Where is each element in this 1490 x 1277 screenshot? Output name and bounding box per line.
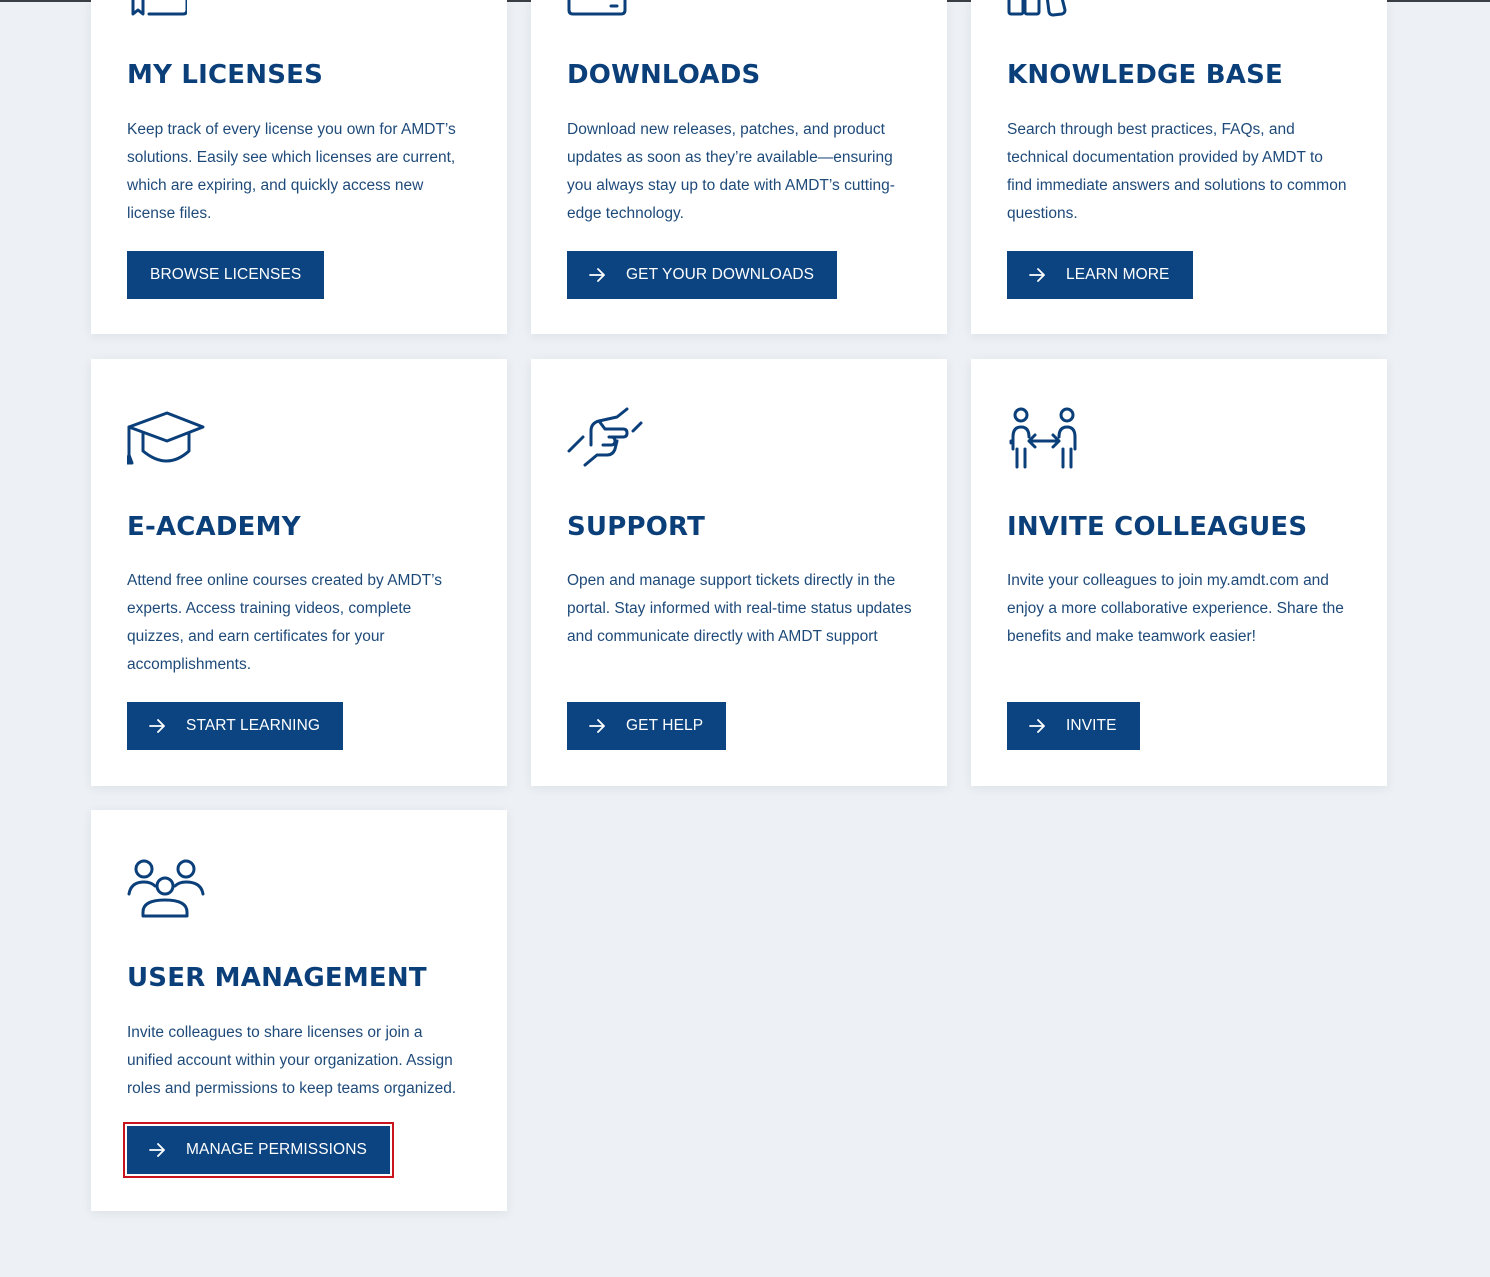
arrow-right-icon — [1029, 719, 1045, 733]
card-title: E-ACADEMY — [127, 512, 301, 542]
button-label: INVITE — [1066, 717, 1117, 734]
browse-licenses-button[interactable]: BROWSE LICENSES — [127, 251, 325, 299]
download-icon — [567, 0, 629, 18]
card-description: Invite your colleagues to join my.amdt.c… — [1007, 572, 1344, 645]
start-learning-button[interactable]: START LEARNING — [127, 702, 344, 750]
card-title: SUPPORT — [567, 512, 706, 542]
button-label: BROWSE LICENSES — [150, 266, 302, 283]
get-your-downloads-button[interactable]: GET YOUR DOWNLOADS — [567, 251, 838, 299]
manage-permissions-button[interactable]: MANAGE PERMISSIONS — [123, 1122, 394, 1178]
card-description: Open and manage support tickets directly… — [567, 572, 912, 645]
arrow-right-icon — [149, 1143, 165, 1157]
arrow-right-icon — [589, 719, 605, 733]
card-title: KNOWLEDGE BASE — [1007, 60, 1283, 90]
invite-people-icon — [1007, 407, 1081, 469]
card-title: USER MANAGEMENT — [127, 963, 427, 993]
arrow-right-icon — [589, 268, 605, 282]
knowledge-base-icon — [1007, 0, 1069, 18]
graduation-cap-icon — [127, 409, 205, 467]
helping-hand-icon — [567, 407, 645, 469]
button-label: LEARN MORE — [1066, 266, 1170, 283]
license-icon — [127, 0, 187, 18]
button-label: START LEARNING — [186, 717, 321, 734]
card-description: Keep track of every license you own for … — [127, 121, 456, 222]
card-invite-colleagues: INVITE COLLEAGUES Invite your colleagues… — [971, 359, 1387, 786]
card-description: Invite colleagues to share licenses or j… — [127, 1024, 457, 1097]
learn-more-button[interactable]: LEARN MORE — [1007, 251, 1193, 299]
card-my-licenses: MY LICENSES Keep track of every license … — [91, 0, 507, 334]
button-label: GET HELP — [626, 717, 704, 734]
card-title: INVITE COLLEAGUES — [1007, 512, 1308, 542]
card-title: DOWNLOADS — [567, 60, 761, 90]
invite-button[interactable]: INVITE — [1007, 702, 1140, 750]
card-downloads: DOWNLOADS Download new releases, patches… — [531, 0, 947, 334]
button-label: MANAGE PERMISSIONS — [186, 1141, 367, 1158]
get-help-button[interactable]: GET HELP — [567, 702, 727, 750]
card-title: MY LICENSES — [127, 60, 324, 90]
arrow-right-icon — [149, 719, 165, 733]
card-description: Search through best practices, FAQs, and… — [1007, 121, 1347, 222]
card-description: Download new releases, patches, and prod… — [567, 121, 895, 222]
card-e-academy: E-ACADEMY Attend free online courses cre… — [91, 359, 507, 786]
card-support: SUPPORT Open and manage support tickets … — [531, 359, 947, 786]
user-group-icon — [127, 858, 205, 920]
button-label: GET YOUR DOWNLOADS — [626, 266, 815, 283]
card-knowledge-base: KNOWLEDGE BASE Search through best pract… — [971, 0, 1387, 334]
card-description: Attend free online courses created by AM… — [127, 572, 443, 673]
card-user-management: USER MANAGEMENT Invite colleagues to sha… — [91, 810, 507, 1211]
arrow-right-icon — [1029, 268, 1045, 282]
